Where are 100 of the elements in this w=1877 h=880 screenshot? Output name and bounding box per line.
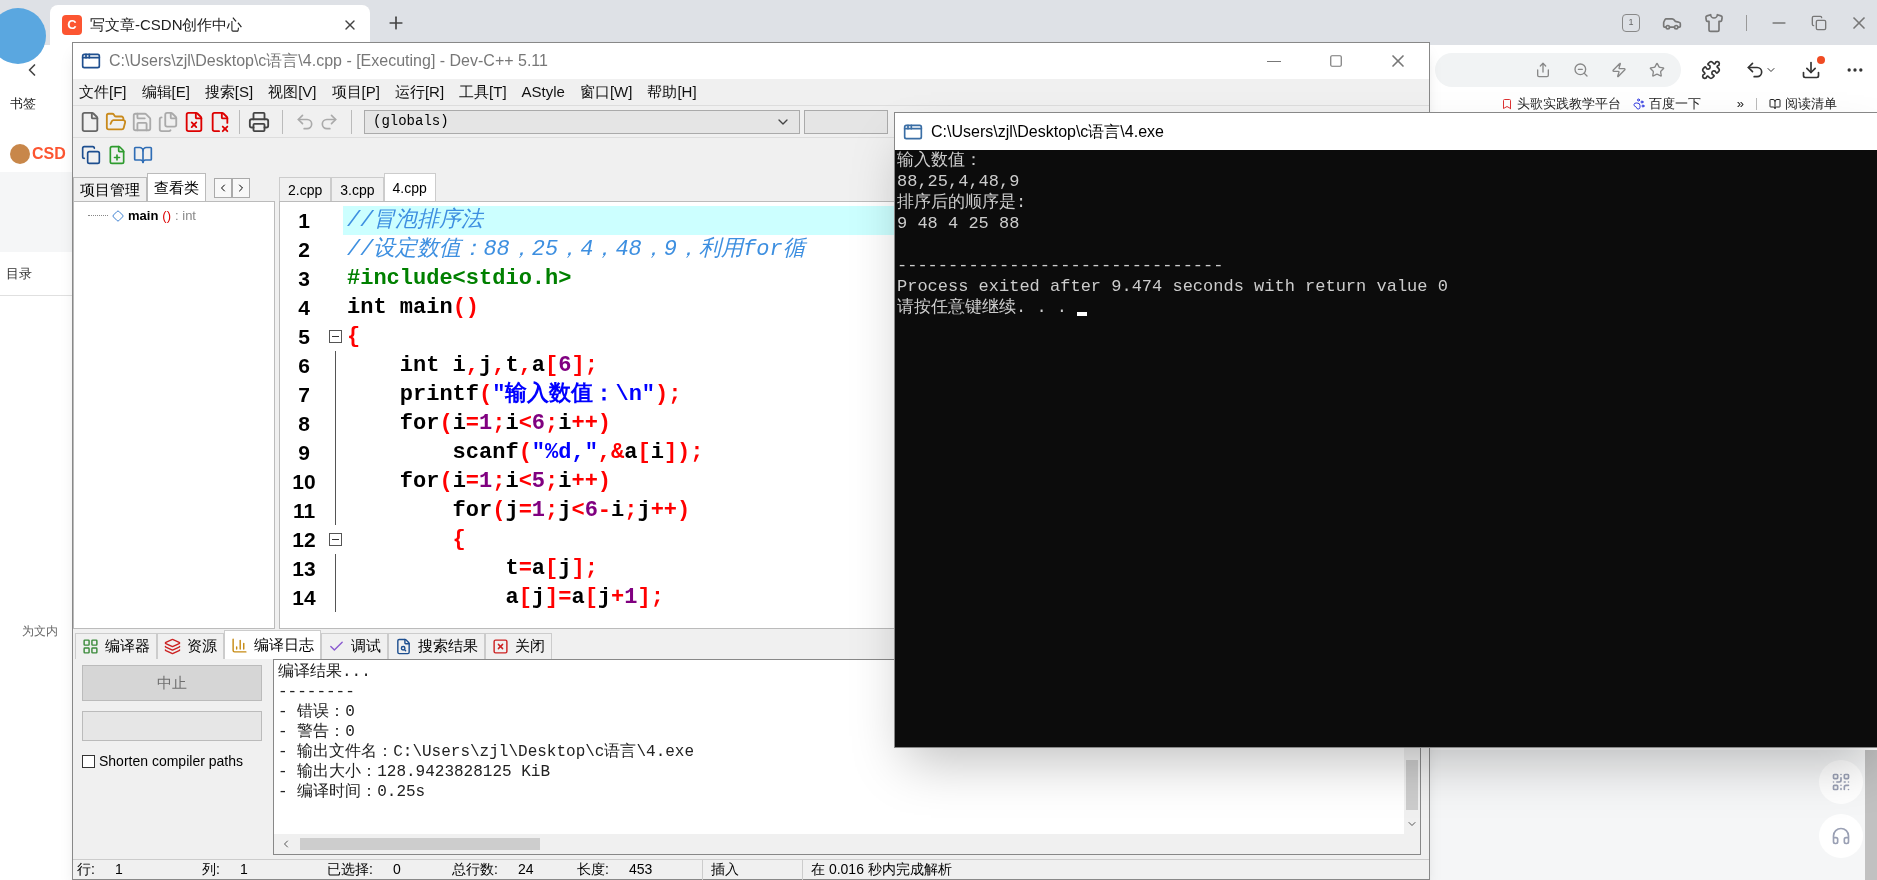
code-line: {: [347, 323, 361, 351]
line-number: 6: [297, 352, 311, 379]
log-line: - 输出文件名：C:\Users\zjl\Desktop\c语言\4.exe: [278, 742, 695, 762]
status-label: 行:: [77, 860, 95, 879]
panel-tab[interactable]: 项目管理: [73, 177, 147, 201]
code-line: int main(): [347, 294, 480, 322]
code-line: #include<stdio.h>: [347, 265, 572, 293]
output-tab[interactable]: 编译器: [75, 633, 157, 659]
tab-count-icon[interactable]: 1: [1622, 13, 1640, 32]
console-line: --------------------------------: [897, 255, 1224, 276]
menu-item[interactable]: AStyle: [521, 80, 565, 104]
add-file-icon[interactable]: [107, 144, 127, 165]
code-line: //冒泡排序法: [347, 206, 484, 235]
new-file-icon[interactable]: [79, 110, 101, 133]
scroll-thumb[interactable]: [1406, 760, 1418, 810]
fold-toggle[interactable]: [329, 330, 342, 343]
edit-mode: 插入: [702, 859, 802, 880]
search-icon: [395, 638, 412, 655]
line-number: 3: [297, 265, 311, 292]
file-tab[interactable]: 2.cpp: [279, 177, 332, 201]
layers-icon: [164, 638, 181, 655]
panel-tab[interactable]: 查看类: [147, 173, 206, 201]
scroll-right-button[interactable]: [232, 178, 250, 198]
shorten-paths-checkbox[interactable]: Shorten compiler paths: [82, 751, 263, 772]
file-tab[interactable]: 3.cpp: [331, 177, 384, 201]
menu-item[interactable]: 窗口[W]: [579, 80, 633, 104]
fold-toggle[interactable]: [329, 533, 342, 546]
output-tab[interactable]: 搜索结果: [388, 633, 485, 659]
status-label: 长度:: [577, 860, 609, 879]
close-file-icon[interactable]: [183, 110, 205, 133]
print-icon[interactable]: [248, 110, 270, 133]
restore-icon[interactable]: [1811, 14, 1827, 31]
scrollbar[interactable]: [1865, 750, 1877, 880]
menu-item[interactable]: 帮助[H]: [647, 80, 697, 104]
address-bar[interactable]: [1435, 53, 1681, 87]
zoom-out-icon[interactable]: [1573, 62, 1589, 78]
line-number: 4: [297, 294, 311, 321]
output-tab[interactable]: 编译日志: [224, 630, 321, 659]
code-line: {: [451, 526, 466, 554]
code-line: //设定数值：88，25，4，48，9，利用for循: [347, 235, 805, 264]
bookmarks-label[interactable]: 书签: [10, 97, 36, 110]
grid-icon: [82, 638, 99, 655]
qr-code-button[interactable]: [1819, 760, 1863, 804]
status-value: 453: [628, 860, 653, 879]
menu-item[interactable]: 搜索[S]: [204, 80, 254, 104]
lightning-icon[interactable]: [1611, 62, 1627, 78]
browser-tab[interactable]: C 写文章-CSDN创作中心: [50, 5, 370, 45]
save-icon[interactable]: [131, 110, 153, 133]
menu-item[interactable]: 项目[P]: [331, 80, 380, 104]
line-number: 11: [291, 497, 317, 524]
scroll-left-button[interactable]: [214, 178, 232, 198]
menu-item[interactable]: 运行[R]: [394, 80, 445, 104]
undo-icon[interactable]: [1745, 60, 1777, 80]
console-line: 请按任意键继续. . .: [897, 297, 1068, 318]
line-number: 8: [297, 410, 311, 437]
minimize-icon: [1267, 60, 1281, 62]
reading-list-button[interactable]: 阅读清单: [1769, 97, 1837, 110]
console-title: C:\Users\zjl\Desktop\c语言\4.exe: [931, 121, 1164, 142]
line-number: 5: [297, 323, 311, 350]
code-line: t=a[j];: [504, 555, 598, 583]
open-folder-icon[interactable]: [105, 110, 127, 133]
save-all-icon[interactable]: [157, 110, 179, 133]
headset-icon: [1831, 826, 1851, 846]
tree-item[interactable]: main () : int: [88, 206, 274, 226]
scope-dropdown[interactable]: (globals): [364, 109, 800, 134]
redo-icon[interactable]: [319, 111, 339, 132]
horizontal-scrollbar[interactable]: [274, 834, 1420, 854]
bookmark-item[interactable]: 头歌实践教学平台: [1500, 97, 1621, 110]
log-line: - 输出大小：128.9423828125 KiB: [278, 762, 551, 782]
bookmark-item[interactable]: 百度一下: [1632, 97, 1701, 110]
status-value: 0: [392, 860, 401, 879]
menu-item[interactable]: 编辑[E]: [141, 80, 190, 104]
book-icon[interactable]: [133, 144, 153, 165]
menu-item[interactable]: 视图[V]: [268, 80, 317, 104]
close-all-icon[interactable]: [209, 110, 231, 133]
more-bookmarks-button[interactable]: »: [1736, 97, 1744, 110]
status-label: 总行数:: [452, 860, 498, 879]
diamond-icon: [112, 209, 124, 222]
headset-button[interactable]: [1819, 814, 1863, 858]
shirt-icon[interactable]: [1704, 12, 1724, 33]
qr-code-icon: [1831, 772, 1851, 792]
bar-chart-icon: [231, 636, 248, 654]
puzzle-icon[interactable]: [1701, 60, 1721, 80]
line-number: 7: [297, 381, 311, 408]
line-number: 13: [291, 555, 317, 582]
symbol-dropdown[interactable]: [804, 109, 888, 134]
line-number: 9: [297, 439, 311, 466]
star-icon[interactable]: [1649, 62, 1665, 78]
output-tab[interactable]: 关闭: [485, 633, 552, 659]
line-number: 12: [291, 526, 317, 553]
menu-item[interactable]: 文件[F]: [79, 80, 127, 104]
menu-item[interactable]: 工具[T]: [459, 80, 507, 104]
share-icon[interactable]: [1535, 62, 1551, 78]
output-tab[interactable]: 资源: [157, 633, 224, 659]
code-line: int i,j,t,a[6];: [398, 352, 598, 380]
file-tab[interactable]: 4.cpp: [383, 173, 436, 201]
output-tab[interactable]: 调试: [321, 633, 388, 659]
toc-label[interactable]: 目录: [6, 263, 32, 284]
copy-file-icon[interactable]: [81, 144, 101, 165]
line-number: 14: [291, 584, 317, 611]
